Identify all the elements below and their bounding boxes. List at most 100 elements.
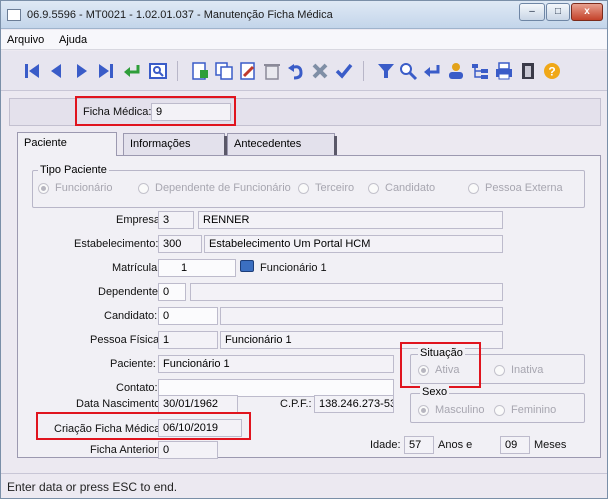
- copy-icon[interactable]: [213, 60, 235, 82]
- print-icon[interactable]: [493, 60, 515, 82]
- previous-record-icon[interactable]: [45, 60, 67, 82]
- person-icon[interactable]: [240, 260, 254, 273]
- exit-icon[interactable]: [517, 60, 539, 82]
- radio-dot: [38, 182, 49, 194]
- radio-funcionario[interactable]: Funcionário: [38, 182, 112, 194]
- radio-label: Terceiro: [315, 182, 355, 194]
- filter-icon[interactable]: [375, 60, 397, 82]
- highlight-box: [75, 96, 236, 126]
- radio-dot: [418, 404, 429, 416]
- radio-dot: [494, 404, 505, 416]
- first-record-icon[interactable]: [21, 60, 43, 82]
- empresa-label: Empresa:: [116, 214, 164, 226]
- highlight-box: [400, 342, 481, 388]
- title-bar[interactable]: 06.9.5596 - MT0021 - 1.02.01.037 - Manut…: [1, 1, 607, 29]
- toolbar-separator: [363, 61, 364, 81]
- edit-icon[interactable]: [237, 60, 259, 82]
- pessoa-fisica-label: Pessoa Física:: [90, 334, 163, 346]
- tipo-paciente-title: Tipo Paciente: [38, 164, 109, 176]
- radio-label: Dependente de Funcionário: [155, 182, 291, 194]
- person-icon: [240, 260, 254, 273]
- last-record-icon[interactable]: [95, 60, 117, 82]
- paciente-label: Paciente:: [110, 358, 156, 370]
- radio-pessoa-externa[interactable]: Pessoa Externa: [468, 182, 563, 194]
- ficha-anterior-field[interactable]: 0: [158, 441, 218, 459]
- maximize-button[interactable]: □: [546, 3, 570, 21]
- window-title: 06.9.5596 - MT0021 - 1.02.01.037 - Manut…: [27, 9, 333, 21]
- highlight-box: [36, 412, 251, 440]
- tab-informacoes[interactable]: Informações: [123, 133, 227, 156]
- radio-dot: [494, 364, 505, 376]
- search-record-icon[interactable]: [147, 60, 169, 82]
- empresa-code-field[interactable]: 3: [158, 211, 194, 229]
- menu-ajuda[interactable]: Ajuda: [59, 34, 87, 46]
- radio-dot: [138, 182, 149, 194]
- radio-candidato[interactable]: Candidato: [368, 182, 435, 194]
- new-icon[interactable]: [189, 60, 211, 82]
- help-icon[interactable]: ?: [541, 60, 563, 82]
- anos-label: Anos e: [438, 439, 473, 451]
- idade-meses-field[interactable]: 09: [500, 436, 530, 454]
- matricula-label: Matrícula:: [112, 262, 161, 274]
- list-icon[interactable]: [421, 60, 443, 82]
- next-record-icon[interactable]: [71, 60, 93, 82]
- candidato-field[interactable]: 0: [158, 307, 218, 325]
- cancel-icon[interactable]: [309, 60, 331, 82]
- matricula-name: Funcionário 1: [260, 262, 327, 274]
- application-window: 06.9.5596 - MT0021 - 1.02.01.037 - Manut…: [0, 0, 608, 499]
- paciente-field[interactable]: Funcionário 1: [158, 355, 394, 373]
- zoom-icon[interactable]: [397, 60, 419, 82]
- radio-label: Inativa: [511, 364, 544, 376]
- tab-panel-paciente: Tipo Paciente Funcionário Dependente de …: [17, 155, 601, 459]
- menu-arquivo[interactable]: Arquivo: [7, 34, 44, 46]
- minimize-button[interactable]: –: [519, 3, 545, 21]
- radio-label: Funcionário: [55, 182, 113, 194]
- tree-icon[interactable]: [469, 60, 491, 82]
- user-icon[interactable]: [445, 60, 467, 82]
- toolbar-separator: [177, 61, 178, 81]
- radio-terceiro[interactable]: Terceiro: [298, 182, 354, 194]
- estabelecimento-name-field[interactable]: Estabelecimento Um Portal HCM: [204, 235, 503, 253]
- meses-label: Meses: [534, 439, 567, 451]
- close-button[interactable]: x: [571, 3, 603, 21]
- svg-text:?: ?: [548, 65, 555, 79]
- contato-label: Contato:: [116, 382, 158, 394]
- empresa-name-field[interactable]: RENNER: [198, 211, 503, 229]
- dependente-label: Dependente:: [98, 286, 161, 298]
- radio-label: Candidato: [385, 182, 436, 194]
- matricula-field[interactable]: 1: [158, 259, 236, 277]
- radio-dependente[interactable]: Dependente de Funcionário: [138, 182, 291, 194]
- delete-icon[interactable]: [261, 60, 283, 82]
- radio-masculino[interactable]: Masculino: [418, 404, 485, 416]
- menu-bar: Arquivo Ajuda: [1, 30, 607, 50]
- go-to-icon[interactable]: [121, 60, 143, 82]
- cpf-label: C.P.F.:: [280, 398, 312, 410]
- estabelecimento-label: Estabelecimento:: [74, 238, 159, 250]
- candidato-label: Candidato:: [104, 310, 158, 322]
- dependente-name-field: [190, 283, 503, 301]
- radio-inativa[interactable]: Inativa: [494, 364, 543, 376]
- tab-label: Antecedentes: [234, 138, 302, 150]
- tab-label: Informações: [130, 138, 191, 150]
- save-icon[interactable]: [333, 60, 355, 82]
- tab-antecedentes[interactable]: Antecedentes: [227, 133, 337, 156]
- tab-paciente[interactable]: Paciente: [17, 132, 117, 156]
- status-bar: Enter data or press ESC to end.: [1, 473, 607, 498]
- idade-anos-field[interactable]: 57: [404, 436, 434, 454]
- status-text: Enter data or press ESC to end.: [7, 480, 178, 494]
- cpf-field[interactable]: 138.246.273-53: [314, 395, 394, 413]
- dependente-field[interactable]: 0: [158, 283, 186, 301]
- estabelecimento-code-field[interactable]: 300: [158, 235, 202, 253]
- radio-feminino[interactable]: Feminino: [494, 404, 556, 416]
- radio-dot: [368, 182, 379, 194]
- candidato-name-field: [220, 307, 503, 325]
- pessoa-fisica-code-field[interactable]: 1: [158, 331, 218, 349]
- sexo-title: Sexo: [420, 386, 450, 398]
- radio-label: Pessoa Externa: [485, 182, 563, 194]
- data-nascimento-field[interactable]: 30/01/1962: [158, 395, 238, 413]
- toolbar: ?: [1, 51, 607, 91]
- radio-label: Masculino: [435, 404, 485, 416]
- radio-label: Feminino: [511, 404, 557, 416]
- idade-label: Idade:: [370, 439, 401, 451]
- undo-icon[interactable]: [285, 60, 307, 82]
